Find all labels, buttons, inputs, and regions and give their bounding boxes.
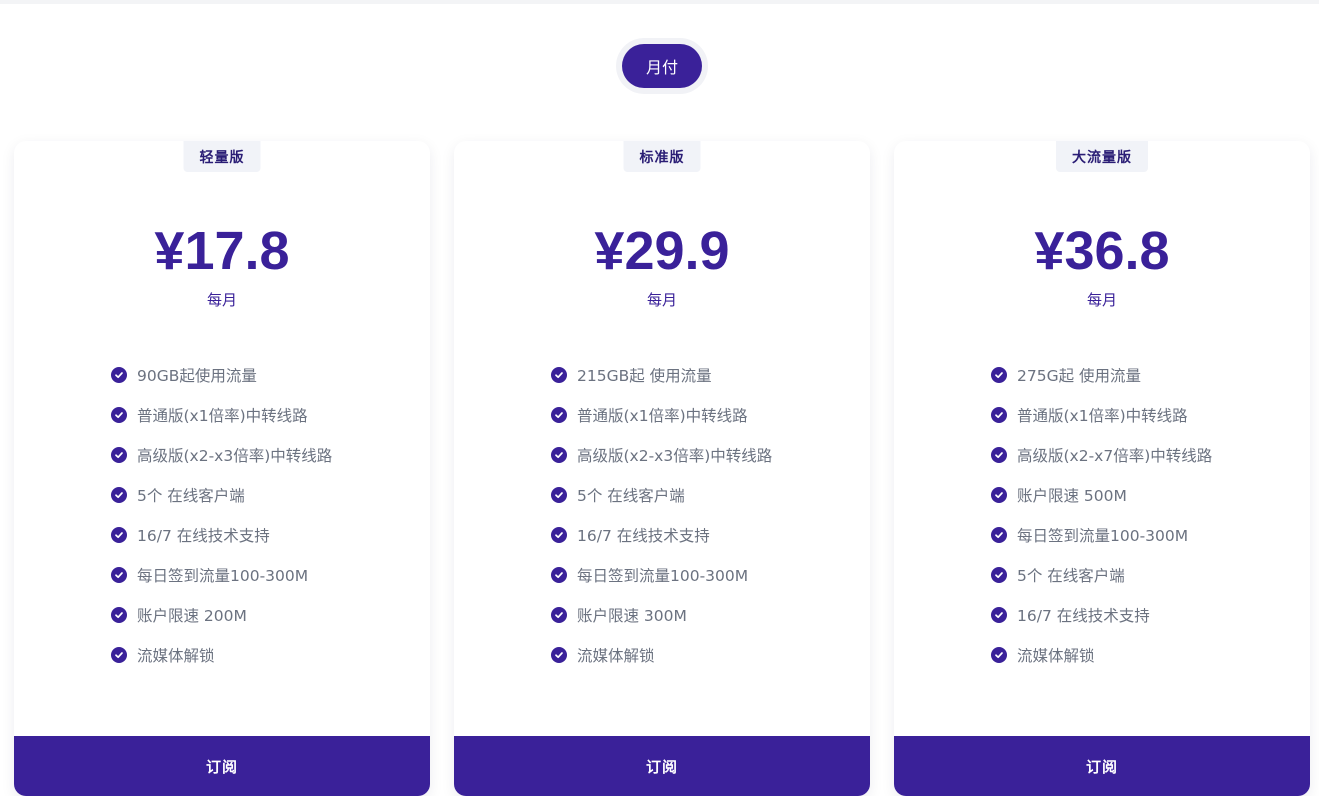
monthly-toggle-button[interactable]: 月付 [622,44,702,88]
feature-item: 5个 在线客户端 [991,555,1212,595]
feature-text: 普通版(x1倍率)中转线路 [577,407,748,425]
check-circle-icon [111,647,127,663]
check-circle-icon [551,607,567,623]
feature-text: 普通版(x1倍率)中转线路 [1017,407,1188,425]
feature-text: 账户限速 200M [137,607,247,625]
feature-text: 275G起 使用流量 [1017,367,1142,385]
plan-name-badge: 标准版 [623,141,701,172]
plan-name-badge: 大流量版 [1056,141,1148,172]
feature-text: 高级版(x2-x7倍率)中转线路 [1017,447,1213,465]
check-circle-icon [991,447,1007,463]
plan-price: ¥29.9 [594,221,730,281]
check-circle-icon [991,607,1007,623]
feature-item: 账户限速 300M [551,595,772,635]
feature-item: 高级版(x2-x3倍率)中转线路 [551,435,772,475]
check-circle-icon [111,367,127,383]
feature-item: 16/7 在线技术支持 [991,595,1212,635]
check-circle-icon [991,647,1007,663]
check-circle-icon [111,407,127,423]
feature-item: 90GB起使用流量 [111,355,332,395]
feature-item: 流媒体解锁 [111,635,332,675]
subscribe-button[interactable]: 订阅 [14,736,430,796]
feature-item: 普通版(x1倍率)中转线路 [551,395,772,435]
feature-item: 16/7 在线技术支持 [551,515,772,555]
top-border [0,0,1319,4]
subscribe-button[interactable]: 订阅 [454,736,870,796]
feature-text: 流媒体解锁 [137,647,215,665]
feature-item: 账户限速 200M [111,595,332,635]
plan-card-high-traffic: 大流量版 ¥36.8 每月 275G起 使用流量普通版(x1倍率)中转线路高级版… [894,141,1310,796]
check-circle-icon [551,567,567,583]
check-circle-icon [111,447,127,463]
feature-text: 普通版(x1倍率)中转线路 [137,407,308,425]
plan-price: ¥36.8 [1034,221,1170,281]
feature-text: 每日签到流量100-300M [137,567,309,585]
check-circle-icon [111,527,127,543]
feature-text: 账户限速 300M [577,607,687,625]
feature-item: 275G起 使用流量 [991,355,1212,395]
check-circle-icon [991,487,1007,503]
feature-item: 账户限速 500M [991,475,1212,515]
feature-text: 5个 在线客户端 [1017,567,1125,585]
check-circle-icon [551,487,567,503]
feature-item: 流媒体解锁 [551,635,772,675]
feature-text: 账户限速 500M [1017,487,1127,505]
plan-period: 每月 [1086,292,1117,309]
feature-list: 215GB起 使用流量普通版(x1倍率)中转线路高级版(x2-x3倍率)中转线路… [551,355,772,675]
feature-text: 高级版(x2-x3倍率)中转线路 [137,447,333,465]
feature-item: 每日签到流量100-300M [991,515,1212,555]
plan-card-standard: 标准版 ¥29.9 每月 215GB起 使用流量普通版(x1倍率)中转线路高级版… [454,141,870,796]
check-circle-icon [111,567,127,583]
feature-text: 流媒体解锁 [577,647,655,665]
billing-toggle: 月付 [616,38,708,94]
feature-item: 普通版(x1倍率)中转线路 [991,395,1212,435]
plan-name-badge: 轻量版 [183,141,261,172]
feature-item: 215GB起 使用流量 [551,355,772,395]
check-circle-icon [551,647,567,663]
feature-list: 90GB起使用流量普通版(x1倍率)中转线路高级版(x2-x3倍率)中转线路 5个… [111,355,332,675]
feature-item: 流媒体解锁 [991,635,1212,675]
check-circle-icon [991,527,1007,543]
plan-period: 每月 [206,292,237,309]
check-circle-icon [991,567,1007,583]
feature-text: 215GB起 使用流量 [577,367,712,385]
feature-text: 16/7 在线技术支持 [577,527,710,545]
feature-text: 流媒体解锁 [1017,647,1095,665]
feature-list: 275G起 使用流量普通版(x1倍率)中转线路高级版(x2-x7倍率)中转线路账… [991,355,1212,675]
check-circle-icon [551,447,567,463]
plan-period: 每月 [646,292,677,309]
subscribe-button[interactable]: 订阅 [894,736,1310,796]
feature-text: 90GB起使用流量 [137,367,257,385]
plan-card-lite: 轻量版 ¥17.8 每月 90GB起使用流量普通版(x1倍率)中转线路高级版(x… [14,141,430,796]
feature-item: 普通版(x1倍率)中转线路 [111,395,332,435]
feature-item: 5个 在线客户端 [551,475,772,515]
feature-text: 16/7 在线技术支持 [137,527,270,545]
feature-text: 5个 在线客户端 [577,487,685,505]
feature-item: 5个 在线客户端 [111,475,332,515]
feature-text: 5个 在线客户端 [137,487,245,505]
check-circle-icon [551,527,567,543]
check-circle-icon [991,407,1007,423]
feature-text: 高级版(x2-x3倍率)中转线路 [577,447,773,465]
feature-item: 每日签到流量100-300M [111,555,332,595]
feature-item: 高级版(x2-x7倍率)中转线路 [991,435,1212,475]
plan-price: ¥17.8 [154,221,290,281]
check-circle-icon [991,367,1007,383]
check-circle-icon [551,407,567,423]
feature-text: 每日签到流量100-300M [1017,527,1189,545]
check-circle-icon [551,367,567,383]
check-circle-icon [111,607,127,623]
feature-text: 每日签到流量100-300M [577,567,749,585]
check-circle-icon [111,487,127,503]
feature-item: 16/7 在线技术支持 [111,515,332,555]
feature-text: 16/7 在线技术支持 [1017,607,1150,625]
feature-item: 高级版(x2-x3倍率)中转线路 [111,435,332,475]
feature-item: 每日签到流量100-300M [551,555,772,595]
